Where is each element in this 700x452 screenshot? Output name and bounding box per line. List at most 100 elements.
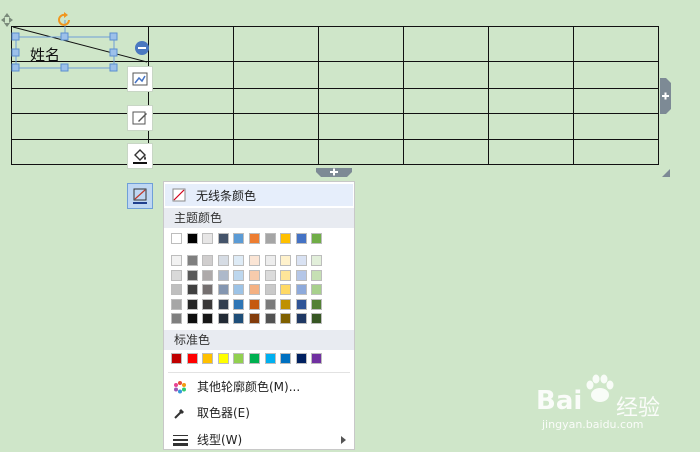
color-swatch[interactable]	[202, 298, 214, 310]
table-cell[interactable]	[233, 88, 319, 114]
color-swatch[interactable]	[280, 269, 292, 281]
add-row-handle[interactable]	[316, 168, 352, 178]
color-swatch[interactable]	[264, 284, 276, 296]
table-cell[interactable]	[318, 139, 404, 165]
color-swatch[interactable]	[280, 255, 292, 266]
color-swatch[interactable]	[233, 298, 245, 310]
table-cell[interactable]	[403, 26, 489, 62]
color-swatch[interactable]	[186, 269, 198, 281]
color-swatch[interactable]	[311, 284, 323, 296]
color-swatch[interactable]	[186, 284, 198, 296]
color-swatch[interactable]	[249, 353, 260, 364]
color-swatch[interactable]	[202, 255, 214, 266]
table-cell[interactable]	[318, 113, 404, 140]
outline-color-button[interactable]	[127, 183, 153, 209]
rotate-handle-icon[interactable]	[57, 12, 73, 28]
color-swatch[interactable]	[171, 284, 182, 296]
table-cell[interactable]	[573, 113, 659, 140]
color-swatch[interactable]	[264, 298, 276, 310]
color-swatch[interactable]	[217, 255, 229, 266]
color-swatch[interactable]	[264, 233, 276, 244]
textbox-text[interactable]: 姓名	[30, 44, 60, 65]
table-cell[interactable]	[233, 139, 319, 165]
color-swatch[interactable]	[311, 313, 323, 325]
color-swatch[interactable]	[202, 233, 214, 244]
color-swatch[interactable]	[311, 269, 323, 281]
table-cell[interactable]	[573, 61, 659, 89]
color-swatch[interactable]	[217, 313, 229, 325]
table-cell[interactable]	[573, 139, 659, 165]
color-swatch[interactable]	[217, 269, 229, 281]
color-swatch[interactable]	[186, 298, 198, 310]
table-cell[interactable]	[148, 139, 234, 165]
table-cell[interactable]	[403, 61, 489, 89]
color-swatch[interactable]	[233, 233, 245, 244]
color-swatch[interactable]	[311, 255, 323, 266]
table-cell[interactable]	[403, 139, 489, 165]
color-swatch[interactable]	[186, 353, 198, 364]
color-swatch[interactable]	[311, 298, 323, 310]
color-swatch[interactable]	[186, 233, 198, 244]
color-swatch[interactable]	[295, 353, 307, 364]
color-swatch[interactable]	[264, 313, 276, 325]
color-swatch[interactable]	[202, 284, 214, 296]
color-swatch[interactable]	[249, 313, 260, 325]
table-cell[interactable]	[488, 26, 574, 62]
line-style-item[interactable]: 线型(W)	[164, 428, 354, 452]
table-cell[interactable]	[233, 26, 319, 62]
color-swatch[interactable]	[295, 255, 307, 266]
color-swatch[interactable]	[217, 353, 229, 364]
color-swatch[interactable]	[233, 269, 245, 281]
color-swatch[interactable]	[233, 284, 245, 296]
move-handle-icon[interactable]	[0, 12, 14, 28]
table-cell[interactable]	[488, 113, 574, 140]
table-cell[interactable]	[318, 26, 404, 62]
table-cell[interactable]	[148, 88, 234, 114]
color-swatch[interactable]	[233, 313, 245, 325]
color-swatch[interactable]	[249, 233, 260, 244]
color-swatch[interactable]	[233, 353, 245, 364]
color-swatch[interactable]	[311, 233, 323, 244]
color-swatch[interactable]	[280, 298, 292, 310]
table-cell[interactable]	[573, 88, 659, 114]
color-swatch[interactable]	[202, 353, 214, 364]
shape-style-button[interactable]	[127, 66, 153, 92]
color-swatch[interactable]	[280, 233, 292, 244]
color-swatch[interactable]	[171, 255, 182, 266]
more-colors-item[interactable]: 其他轮廓颜色(M)...	[164, 375, 354, 399]
color-swatch[interactable]	[186, 255, 198, 266]
add-column-handle[interactable]	[660, 78, 672, 114]
color-swatch[interactable]	[171, 298, 182, 310]
color-swatch[interactable]	[264, 255, 276, 266]
fill-color-button[interactable]	[127, 143, 153, 169]
color-swatch[interactable]	[295, 233, 307, 244]
color-swatch[interactable]	[217, 233, 229, 244]
color-swatch[interactable]	[171, 269, 182, 281]
color-swatch[interactable]	[264, 353, 276, 364]
table-cell[interactable]	[233, 113, 319, 140]
color-swatch[interactable]	[295, 313, 307, 325]
color-swatch[interactable]	[202, 313, 214, 325]
table-cell[interactable]	[148, 26, 234, 62]
table-cell[interactable]	[488, 88, 574, 114]
color-swatch[interactable]	[295, 269, 307, 281]
resize-corner-icon[interactable]	[661, 168, 671, 178]
eyedropper-item[interactable]: 取色器(E)	[164, 401, 354, 425]
color-swatch[interactable]	[295, 298, 307, 310]
color-swatch[interactable]	[264, 269, 276, 281]
color-swatch[interactable]	[249, 255, 260, 266]
table-cell[interactable]	[233, 61, 319, 89]
color-swatch[interactable]	[217, 298, 229, 310]
color-swatch[interactable]	[202, 269, 214, 281]
color-swatch[interactable]	[171, 353, 182, 364]
minus-circle-icon[interactable]	[134, 40, 150, 56]
table-cell[interactable]	[318, 61, 404, 89]
table-cell[interactable]	[488, 61, 574, 89]
color-swatch[interactable]	[311, 353, 323, 364]
color-swatch[interactable]	[171, 313, 182, 325]
color-swatch[interactable]	[249, 284, 260, 296]
table-cell[interactable]	[148, 61, 234, 89]
table-cell[interactable]	[403, 88, 489, 114]
table-cell[interactable]	[488, 139, 574, 165]
color-swatch[interactable]	[280, 284, 292, 296]
